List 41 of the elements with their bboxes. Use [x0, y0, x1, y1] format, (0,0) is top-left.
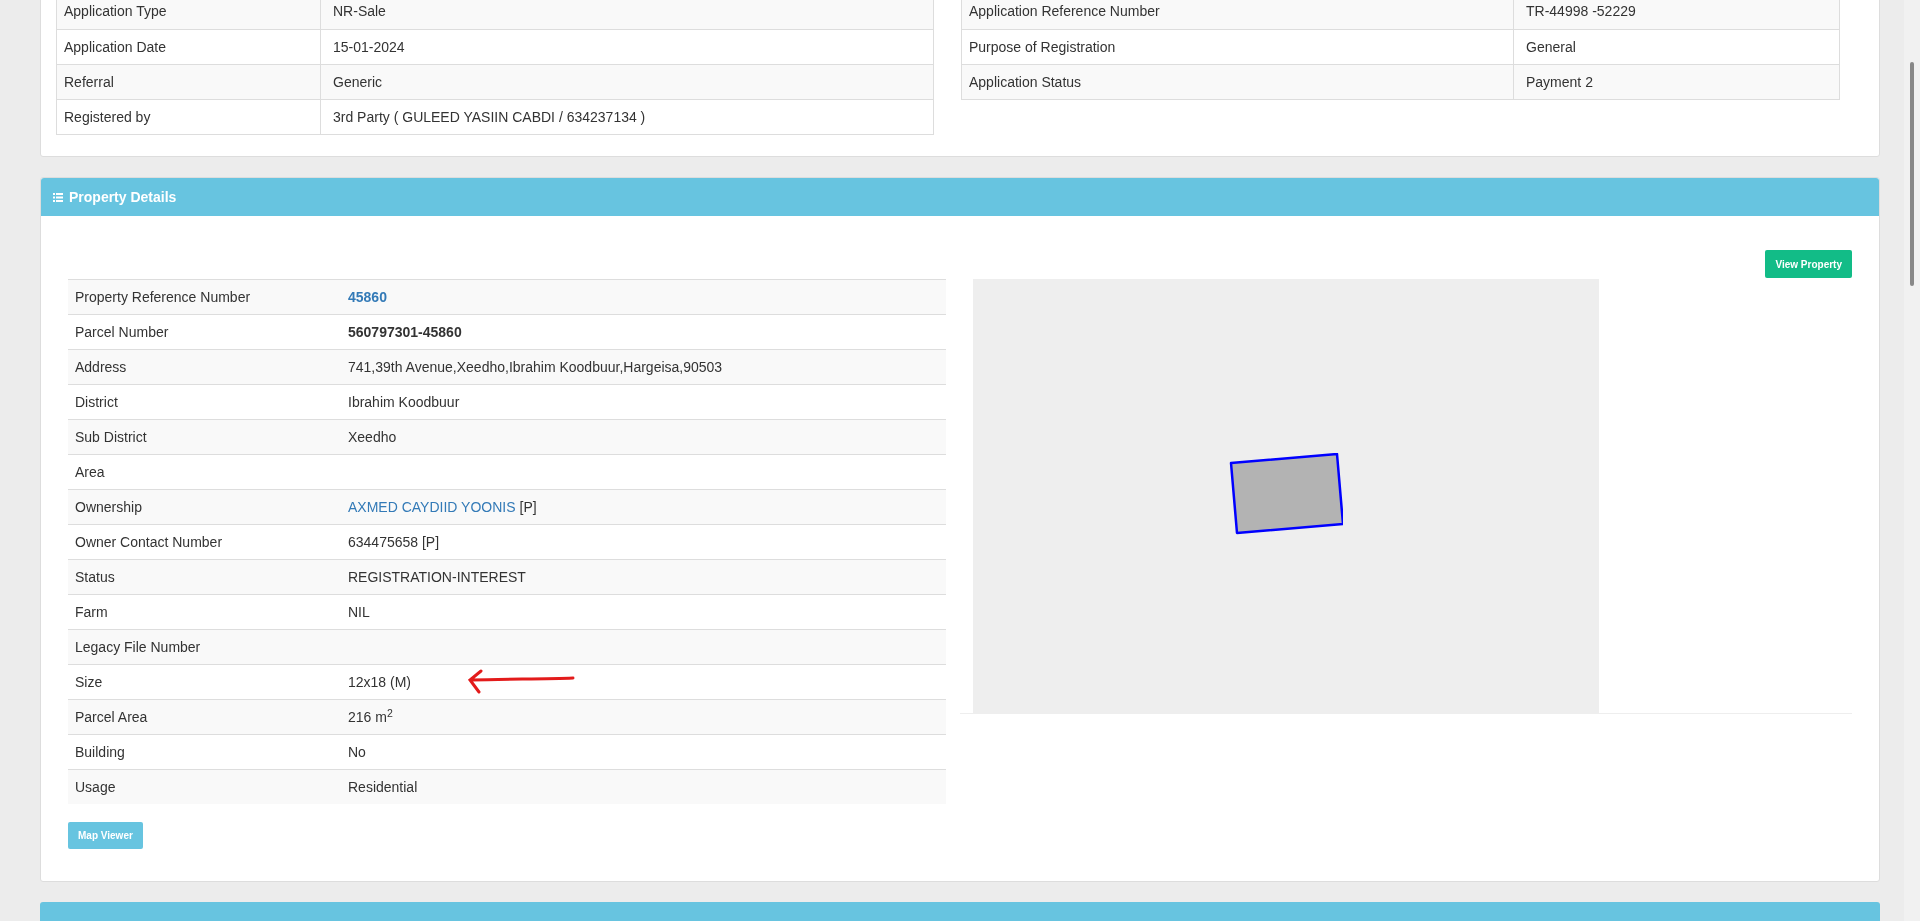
value-cell-text: Payment 2: [1525, 72, 1594, 92]
label-cell-text: Address: [74, 357, 128, 377]
value-text: 12x18 (M): [348, 672, 412, 692]
value-cell-text: 15-01-2024: [332, 37, 406, 57]
value-text: 634475658 [P]: [348, 532, 440, 552]
label-cell-text: Building: [74, 742, 126, 762]
label-cell-text: Sub District: [74, 427, 148, 447]
label-cell-text: Usage: [74, 777, 117, 797]
label-cell-text: Parcel Area: [74, 707, 149, 727]
label-cell-text: Farm: [74, 602, 109, 622]
label-cell: Application Status: [962, 65, 1514, 99]
label-cell-text: Ownership: [74, 497, 143, 517]
value-text: 741,39th Avenue,Xeedho,Ibrahim Koodbuur,Hargeisa,90503: [348, 357, 723, 377]
value-cell-text: NR-Sale: [332, 2, 387, 21]
label-cell-text: Property Reference Number: [74, 287, 252, 307]
label-cell-text: Parcel Number: [74, 322, 170, 342]
label-cell-text: District: [74, 392, 119, 412]
property-link[interactable]: 45860: [348, 286, 387, 308]
value-cell-text: General: [1525, 37, 1577, 57]
panel-title: Property Details: [69, 187, 177, 207]
view-property-button[interactable]: View Property: [1765, 250, 1852, 279]
owner-link[interactable]: AXMED CAYDIID YOONIS: [348, 496, 516, 518]
value-text: REGISTRATION-INTEREST: [348, 567, 526, 587]
label-cell-text: Size: [74, 672, 104, 692]
value-text: Ibrahim Koodbuur: [348, 392, 460, 412]
value-text: NIL: [348, 602, 370, 622]
label-cell-text: Status: [74, 567, 116, 587]
owner-type: [P]: [519, 497, 537, 517]
list-icon: [53, 192, 63, 202]
label-cell-text: Owner Contact Number: [74, 532, 224, 552]
parcel-number: 560797301-45860: [348, 322, 462, 342]
label-cell-text: Legacy File Number: [74, 637, 202, 657]
value-cell-text: 3rd Party ( GULEED YASIIN CABDI / 634237134 ): [332, 107, 647, 127]
value-cell-text: TR-44998 -52229: [1525, 2, 1637, 21]
value-cell-text: Generic: [332, 72, 384, 92]
value-text: No: [348, 742, 366, 762]
value-text: Residential: [348, 777, 418, 797]
value-text: Xeedho: [348, 427, 397, 447]
label-cell-text: Area: [74, 462, 106, 482]
label-cell: Registered by: [57, 100, 321, 134]
value-text: 216 m$^{2}$: [348, 706, 393, 727]
